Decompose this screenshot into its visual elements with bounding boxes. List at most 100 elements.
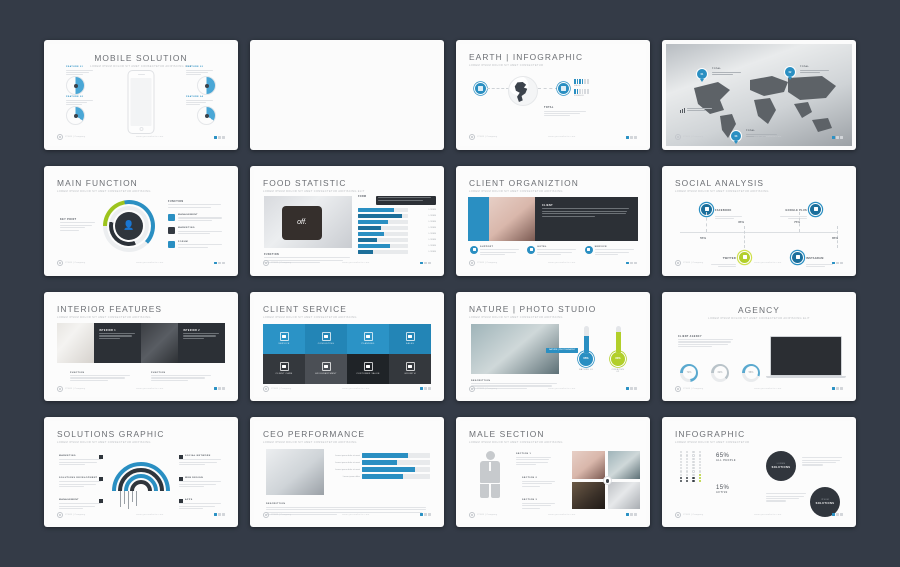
page-indicator[interactable]	[420, 513, 431, 516]
photo-tile-3[interactable]	[572, 481, 605, 510]
footer-url: www.yourwebsite.com	[754, 262, 782, 264]
page-indicator[interactable]	[214, 261, 225, 265]
slide-its-coffee-time[interactable]: ☕ ITS COFFEE TIME	[250, 40, 444, 150]
page-indicator[interactable]	[214, 513, 225, 516]
googleplus-percent: 75%	[793, 219, 800, 224]
legend-male: MALE	[574, 85, 581, 88]
service-tile-growth[interactable]: GROWTH	[389, 353, 431, 384]
slide-footer: YOUR | Company www.yourwebsite.com	[675, 511, 843, 518]
page-indicator[interactable]	[626, 387, 637, 391]
slide-nature-photo-studio[interactable]: NATURE | PHOTO STUDIO LOREM IPSUM DOLOR …	[456, 291, 650, 402]
social-network-icon	[179, 455, 183, 460]
page-indicator[interactable]	[626, 513, 637, 516]
page-title: AGENCY	[738, 304, 780, 315]
feature-service[interactable]: SERVICE	[584, 245, 636, 257]
map-pin-2[interactable]: 02	[784, 66, 796, 78]
service-tile-consulting[interactable]: CONSULTING	[305, 323, 347, 354]
slide-agency[interactable]: AGENCY LOREM IPSUM DOLOR SIT AMET CONSEC…	[662, 291, 856, 402]
page-indicator[interactable]	[626, 261, 637, 265]
page-indicator[interactable]	[214, 387, 225, 391]
bar-row: Lorem ipsum dolor sit amet	[330, 460, 430, 466]
slide-earth-infographic[interactable]: EARTH | INFOGRAPHIC LOREM IPSUM DOLOR SI…	[456, 40, 650, 150]
page-indicator[interactable]	[832, 387, 843, 391]
feature-support[interactable]: SUPPORT	[470, 245, 521, 257]
service-tile-customer-value[interactable]: CUSTOMER VALUE	[347, 353, 389, 384]
slide-interior-features[interactable]: INTERIOR FEATURES LOREM IPSUM DOLOR SIT …	[44, 291, 238, 402]
solutions-item-management[interactable]: MANAGEMENT	[59, 499, 103, 510]
photo-tile-2[interactable]	[607, 451, 640, 479]
slide-canvas: NATURE | PHOTO STUDIO LOREM IPSUM DOLOR …	[460, 295, 646, 398]
globe-icon	[508, 76, 538, 106]
slide-world-map[interactable]: 01 02 03 TOTAL TOTAL TOTAL YOUR | Compan…	[662, 40, 856, 150]
footer-url: www.yourwebsite.com	[548, 513, 576, 516]
slide-header: CLIENT ORGANIZTION LOREM IPSUM DOLOR SIT…	[460, 170, 646, 193]
slide-client-service[interactable]: CLIENT SERVICE LOREM IPSUM DOLOR SIT AME…	[250, 291, 444, 402]
service-tile-grid: SERVICE CONSULTING PLANNING SALES CLIENT…	[263, 323, 431, 384]
function-item-forum[interactable]: FORUM	[168, 240, 226, 249]
page-indicator[interactable]	[626, 135, 637, 139]
solutions-item-social[interactable]: SOCIAL NETWORK	[179, 455, 223, 466]
footer-url: www.yourwebsite.com	[136, 513, 164, 516]
feature-label-3: FEATURE 03	[186, 66, 216, 77]
service-tile-sales[interactable]: SALES	[389, 323, 431, 354]
slide-client-organization[interactable]: CLIENT ORGANIZTION LOREM IPSUM DOLOR SIT…	[456, 165, 650, 276]
slide-male-section[interactable]: MALE SECTION LOREM IPSUM DOLOR SIT AMET …	[456, 417, 650, 527]
node-left	[474, 82, 487, 95]
page-indicator[interactable]	[214, 135, 225, 139]
page-indicator[interactable]	[832, 135, 843, 139]
slide-footer: YOUR | Company www.yourwebsite.com	[57, 260, 225, 267]
footer-brand: YOUR | Company	[65, 262, 86, 264]
photo-tile-1[interactable]	[572, 451, 605, 479]
service-tile-planning[interactable]: PLANNING	[347, 323, 389, 354]
male-section-3[interactable]: SECTION 3	[522, 499, 556, 510]
growth-icon	[405, 362, 415, 372]
development-icon	[99, 477, 103, 482]
solutions-item-apps[interactable]: APPS	[179, 499, 223, 510]
service-tile-hr[interactable]: HR DEPARTMENT	[305, 353, 347, 384]
footer-brand: YOUR | Company	[477, 262, 498, 264]
map-pin-1[interactable]: 01	[696, 68, 708, 80]
gauge-label-2: CREATIVE 02	[611, 368, 625, 373]
page-indicator[interactable]	[420, 387, 431, 391]
solutions-item-marketing[interactable]: MARKETING	[59, 455, 103, 466]
page-indicator[interactable]	[832, 261, 843, 265]
male-section-2[interactable]: SECTION 2	[522, 477, 556, 488]
planning-icon	[363, 332, 373, 342]
page-title: INTERIOR FEATURES	[57, 303, 163, 314]
slide-ceo-performance[interactable]: CEO PERFORMANCE LOREM IPSUM DOLOR SIT AM…	[250, 417, 444, 527]
forum-icon	[168, 240, 175, 248]
node-right	[557, 82, 570, 95]
slide-header: SOCIAL ANALYSIS LOREM IPSUM DOLOR SIT AM…	[666, 170, 852, 193]
service-icon	[584, 245, 593, 254]
page-title: SOLUTIONS GRAPHIC	[57, 429, 165, 440]
brand-logo-icon	[57, 511, 63, 518]
function-item-management[interactable]: MANAGEMENT	[168, 213, 226, 222]
slide-solutions-graphic[interactable]: SOLUTIONS GRAPHIC LOREM IPSUM DOLOR SIT …	[44, 417, 238, 527]
slide-food-statistic[interactable]: FOOD STATISTIC LOREM IPSUM DOLOR SIT AME…	[250, 165, 444, 276]
footer-brand: YOUR | Company	[65, 136, 86, 139]
male-section-1[interactable]: SECTION 1	[516, 453, 552, 466]
page-indicator[interactable]	[420, 261, 431, 265]
slide-main-function[interactable]: MAIN FUNCTION LOREM IPSUM DOLOR SIT AMET…	[44, 165, 238, 276]
slide-footer: YOUR | Company www.yourwebsite.com	[675, 260, 843, 267]
client-text-panel: CLIENT	[535, 196, 638, 241]
service-tile-client-care[interactable]: CLIENT CARE	[263, 353, 305, 384]
page-title: SOCIAL ANALYSIS	[675, 177, 765, 188]
footer-url: www.yourwebsite.com	[342, 513, 370, 516]
solutions-item-development[interactable]: SOLUTIONS DEVELOPMENT	[59, 477, 103, 488]
solutions-item-webdesign[interactable]: WEB DESIGN	[179, 477, 223, 488]
function-item-marketing[interactable]: MARKETING	[168, 227, 226, 235]
page-indicator[interactable]	[832, 513, 843, 516]
page-subtitle: LOREM IPSUM DOLOR SIT AMET CONSECTETUR A…	[263, 189, 365, 193]
slide-social-analysis[interactable]: SOCIAL ANALYSIS LOREM IPSUM DOLOR SIT AM…	[662, 165, 856, 276]
earth-legend: MALE FEMALE	[574, 79, 614, 97]
earth-callout: TOTAL	[544, 106, 588, 118]
service-tile-service[interactable]: SERVICE	[263, 323, 305, 354]
page-subtitle: LOREM IPSUM DOLOR SIT AMET CONSECTETUR A…	[469, 441, 563, 445]
apps-icon	[179, 499, 183, 504]
slide-infographic[interactable]: INFOGRAPHIC LOREM IPSUM DOLOR SIT AMET C…	[662, 417, 856, 527]
slide-mobile-solution[interactable]: MOBILE SOLUTION LOREM IPSUM DOLOR SIT AM…	[44, 40, 238, 150]
feature-hotel[interactable]: HOTEL	[527, 245, 578, 257]
web-design-icon	[179, 477, 183, 482]
photo-tile-4[interactable]	[607, 481, 640, 510]
